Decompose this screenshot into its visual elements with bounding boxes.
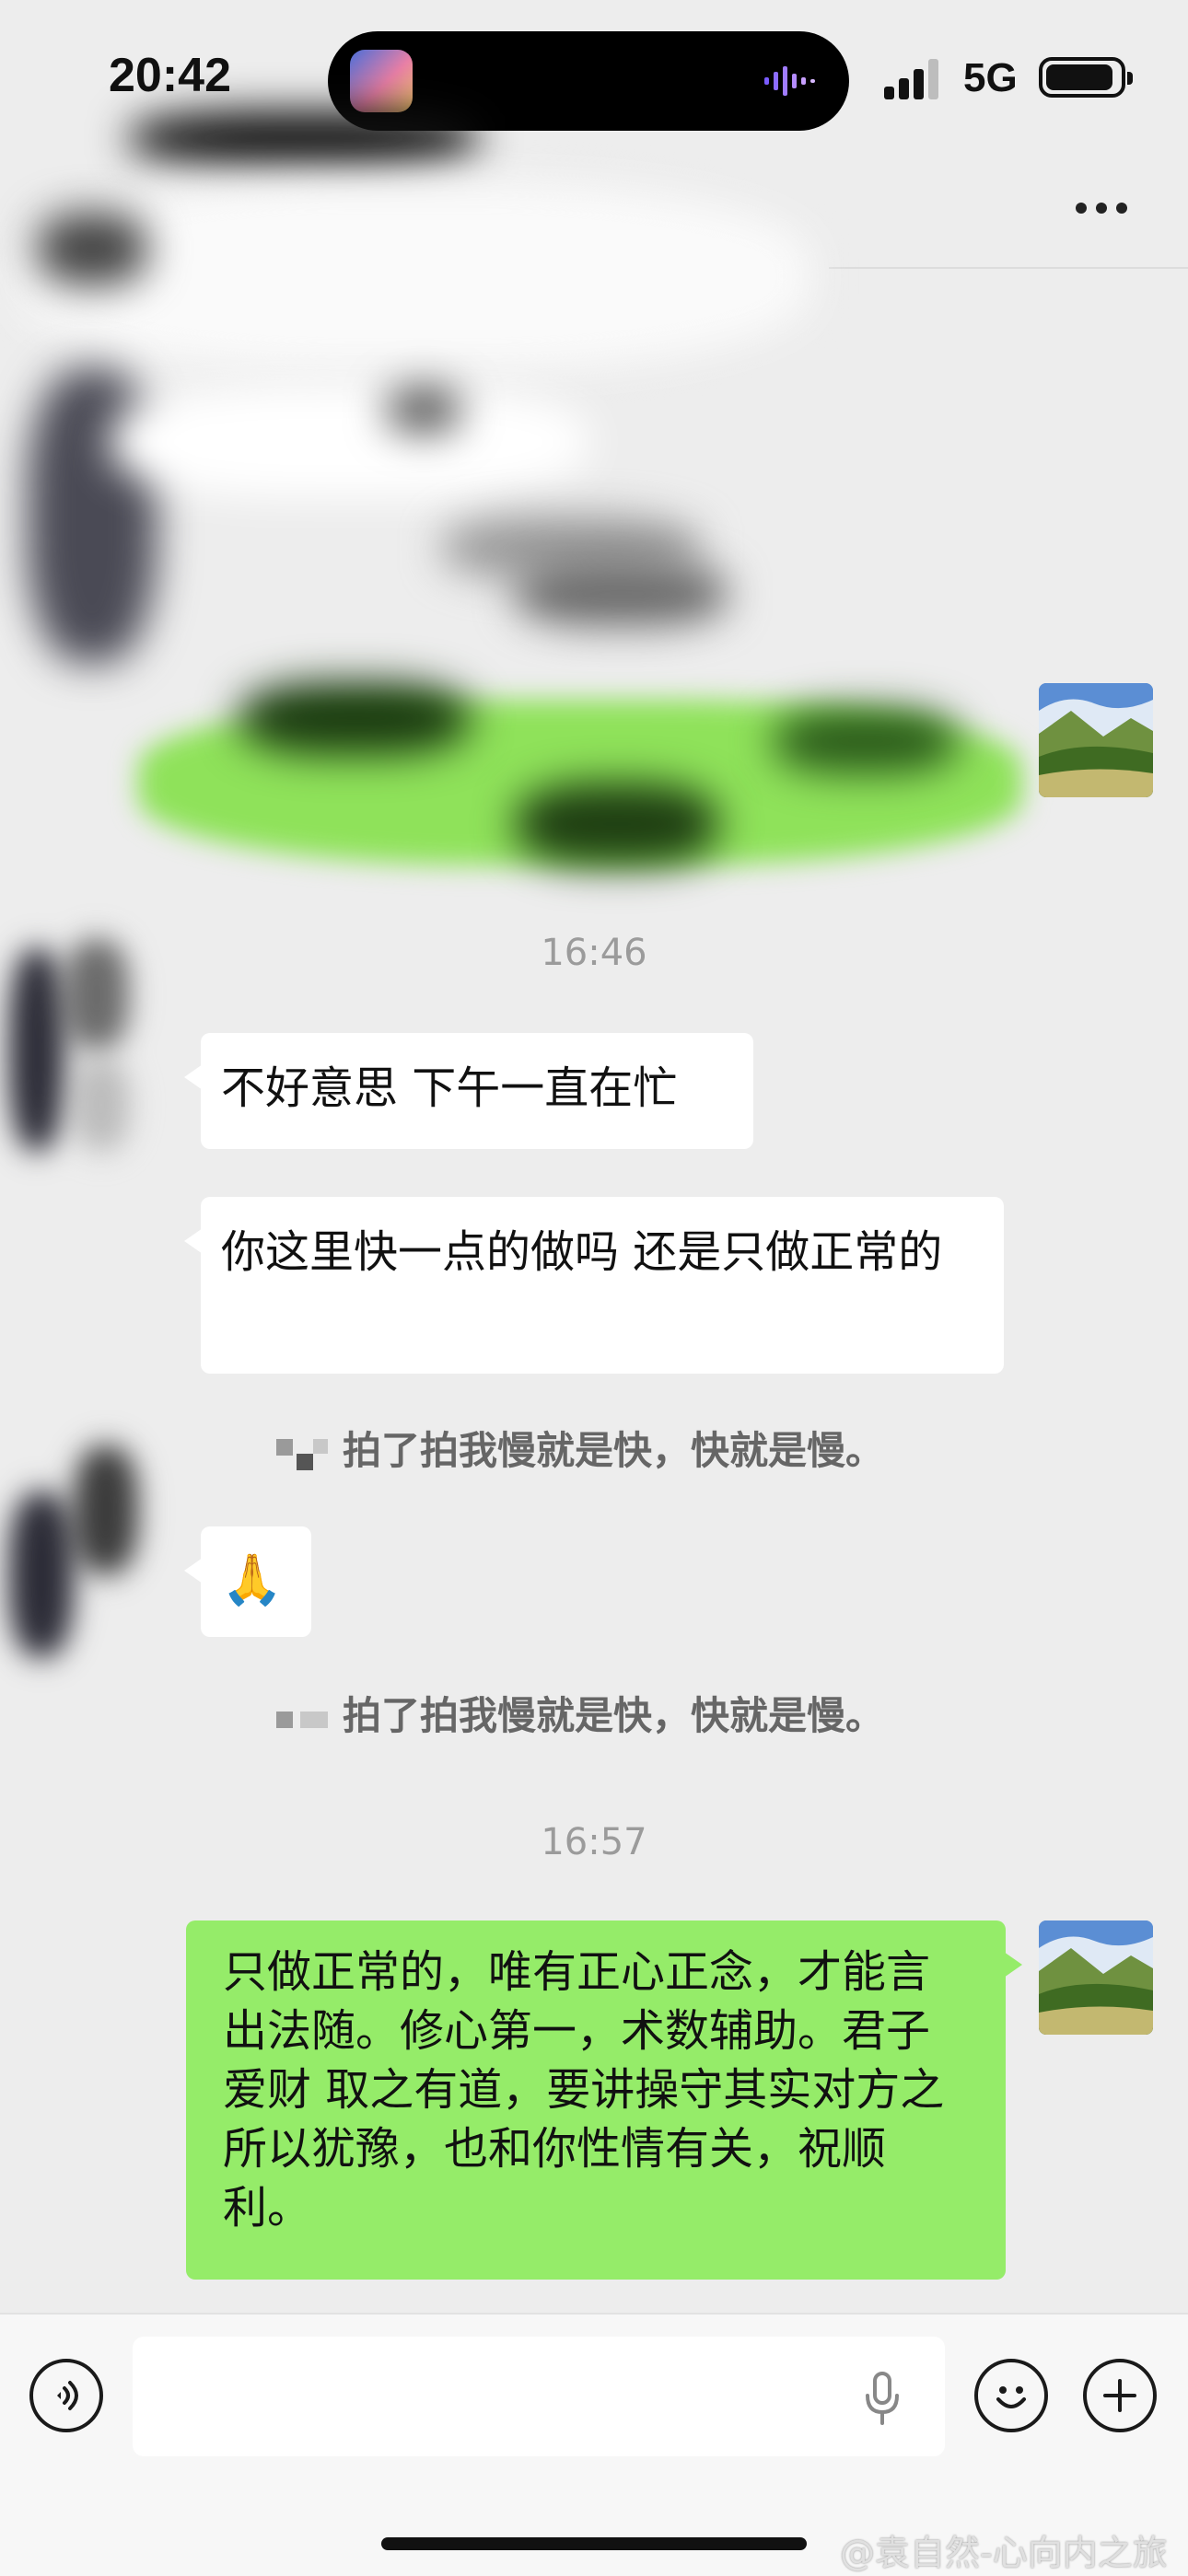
message-bubble[interactable]: 不好意思 下午一直在忙 <box>184 1033 753 1149</box>
message-text: 不好意思 下午一直在忙 <box>221 1062 678 1114</box>
emoji-bubble[interactable]: 🙏 <box>184 1526 311 1637</box>
microphone-icon[interactable] <box>864 2372 901 2427</box>
message-text: 你这里快一点的做吗 还是只做正常的 <box>221 1226 943 1278</box>
timestamp: 16:57 <box>541 1821 647 1863</box>
contact-avatar[interactable] <box>0 1418 138 1657</box>
message-bubble[interactable]: 只做正常的，唯有正心正念，才能言出法随。修心第一，术数辅助。君子爱财 取之有道，… <box>186 1920 1022 2280</box>
battery-icon <box>1039 57 1133 98</box>
signal-icon <box>884 59 938 99</box>
emoji-message: 🙏 <box>221 1550 284 1608</box>
message-text: 只做正常的，唯有正心正念，才能言出法随。修心第一，术数辅助。君子爱财 取之有道，… <box>223 1946 945 2234</box>
pat-notice: 拍了拍我慢就是快，快就是慢。 <box>276 1685 884 1741</box>
pat-sender <box>276 1435 332 1472</box>
now-playing-artwork <box>350 50 413 112</box>
home-indicator[interactable] <box>381 2537 807 2550</box>
audio-wave-icon <box>764 66 815 96</box>
message-input[interactable] <box>133 2337 945 2456</box>
plus-icon[interactable] <box>1083 2359 1157 2432</box>
pat-sender <box>276 1700 332 1737</box>
watermark: @袁自然-心向内之旅 <box>840 2533 1168 2573</box>
status-time: 20:42 <box>109 49 231 102</box>
voice-toggle-icon[interactable] <box>29 2359 103 2432</box>
pat-text: 拍了拍我慢就是快，快就是慢。 <box>343 1693 885 1738</box>
nav-divider <box>829 267 1188 269</box>
self-avatar[interactable] <box>1039 1920 1153 2035</box>
self-avatar[interactable] <box>1039 683 1153 797</box>
timestamp: 16:46 <box>541 932 647 974</box>
contact-avatar[interactable] <box>0 930 138 1169</box>
more-icon[interactable] <box>1076 190 1142 226</box>
pat-notice: 拍了拍我慢就是快，快就是慢。 <box>276 1420 884 1476</box>
pat-text: 拍了拍我慢就是快，快就是慢。 <box>343 1428 885 1473</box>
message-bubble[interactable]: 你这里快一点的做吗 还是只做正常的 <box>184 1197 1004 1374</box>
emoji-icon[interactable] <box>974 2359 1048 2432</box>
network-label: 5G <box>963 55 1018 100</box>
